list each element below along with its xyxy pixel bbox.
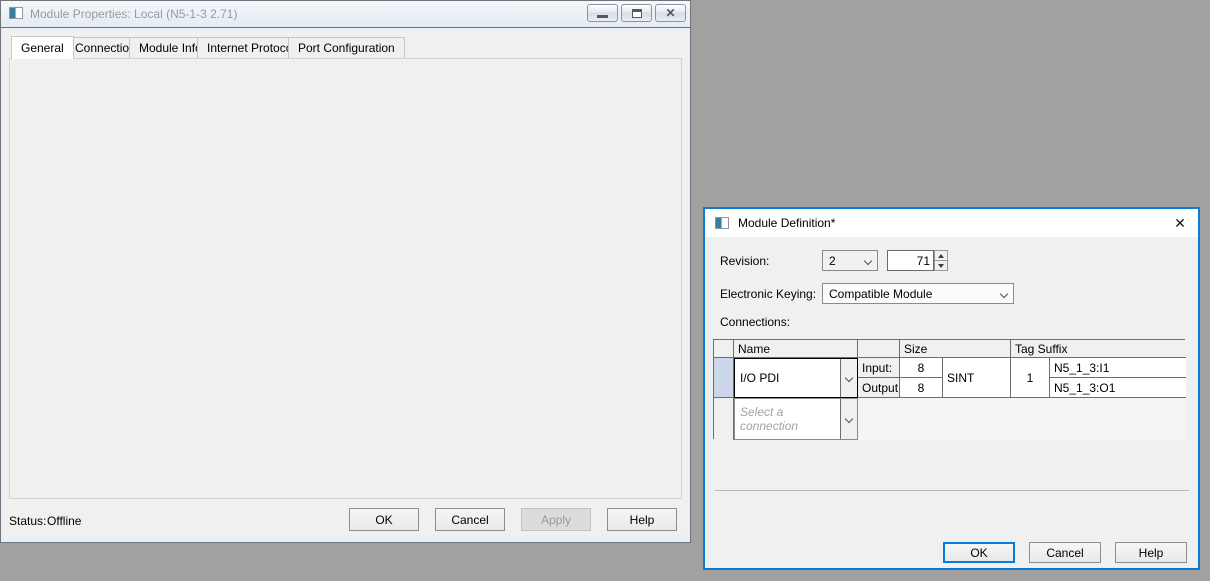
header-selector-cell (714, 340, 734, 358)
restore-icon (632, 9, 642, 18)
chevron-down-icon (1000, 289, 1008, 297)
close-button[interactable]: ✕ (1170, 213, 1190, 233)
titlebar[interactable]: Module Properties: Local (N5-1-3 2.71) ✕ (1, 1, 690, 28)
connection-name-combobox[interactable]: I/O PDI (734, 358, 858, 398)
cancel-button[interactable]: Cancel (1029, 542, 1101, 563)
apply-button: Apply (521, 508, 591, 531)
cancel-button[interactable]: Cancel (435, 508, 505, 531)
ok-button[interactable]: OK (943, 542, 1015, 563)
help-button[interactable]: Help (1115, 542, 1187, 563)
header-io-cell (858, 340, 900, 358)
input-label-cell: Input: (858, 358, 900, 378)
restore-button[interactable] (621, 4, 652, 22)
electronic-keying-value: Compatible Module (829, 287, 932, 301)
general-tab-panel (9, 58, 682, 499)
dropdown-button[interactable] (840, 399, 857, 439)
revision-major-value: 2 (829, 254, 836, 268)
output-tag-cell: N5_1_3:O1 (1050, 378, 1186, 398)
row-selector[interactable] (714, 398, 734, 440)
connections-label: Connections: (720, 315, 790, 329)
output-size-cell: 8 (900, 378, 943, 398)
module-icon (9, 7, 23, 19)
electronic-keying-select[interactable]: Compatible Module (822, 283, 1014, 304)
add-connection-placeholder: Select a connection (735, 399, 840, 439)
status-label: Status: (9, 514, 46, 528)
header-size: Size (900, 340, 1011, 358)
close-button[interactable]: ✕ (655, 4, 686, 22)
spin-down-icon[interactable] (934, 261, 948, 271)
ok-button[interactable]: OK (349, 508, 419, 531)
data-type-cell: SINT (943, 358, 1011, 398)
electronic-keying-label: Electronic Keying: (720, 287, 816, 301)
module-properties-window: Module Properties: Local (N5-1-3 2.71) ✕… (0, 0, 691, 543)
empty-cell (858, 398, 1186, 440)
revision-minor-spinner[interactable] (934, 250, 948, 271)
tab-port-configuration[interactable]: Port Configuration (288, 37, 405, 58)
chevron-down-icon (845, 374, 853, 382)
tab-label: Port Configuration (298, 41, 395, 55)
connections-table: Name Size Tag Suffix I/O PDI Input: 8 SI… (713, 339, 1185, 439)
header-name: Name (734, 340, 858, 358)
input-tag-cell: N5_1_3:I1 (1050, 358, 1186, 378)
tab-label: Module Info (139, 41, 202, 55)
dialog-titlebar[interactable]: Module Definition* ✕ (705, 209, 1198, 237)
revision-label: Revision: (720, 254, 769, 268)
output-label-cell: Output: (858, 378, 900, 398)
separator (715, 490, 1189, 491)
revision-major-select[interactable]: 2 (822, 250, 878, 271)
revision-minor-input[interactable]: 71 (887, 250, 934, 271)
desktop: Module Properties: Local (N5-1-3 2.71) ✕… (0, 0, 1210, 581)
chevron-down-icon (845, 415, 853, 423)
input-size-cell: 8 (900, 358, 943, 378)
dialog-title: Module Definition* (738, 216, 835, 230)
spin-up-icon[interactable] (934, 250, 948, 261)
header-tag-suffix: Tag Suffix (1011, 340, 1186, 358)
module-definition-dialog: Module Definition* ✕ Revision: 2 71 Elec… (703, 207, 1200, 570)
status-value: Offline (47, 514, 81, 528)
minimize-icon (597, 15, 608, 18)
tab-label: General (21, 41, 64, 55)
add-connection-combobox[interactable]: Select a connection (734, 398, 858, 440)
close-icon: ✕ (1174, 215, 1186, 232)
close-icon: ✕ (665, 7, 675, 19)
tab-label: Internet Protocol (207, 41, 295, 55)
help-button[interactable]: Help (607, 508, 677, 531)
minimize-button[interactable] (587, 4, 618, 22)
module-icon (715, 217, 729, 229)
tag-suffix-number-cell: 1 (1011, 358, 1050, 398)
dropdown-button[interactable] (840, 359, 857, 397)
window-title: Module Properties: Local (N5-1-3 2.71) (30, 7, 237, 21)
connection-name-value: I/O PDI (735, 359, 840, 397)
row-selector[interactable] (714, 358, 734, 398)
tab-label: Connection (75, 41, 136, 55)
chevron-down-icon (864, 256, 872, 264)
tab-general[interactable]: General (11, 36, 74, 59)
